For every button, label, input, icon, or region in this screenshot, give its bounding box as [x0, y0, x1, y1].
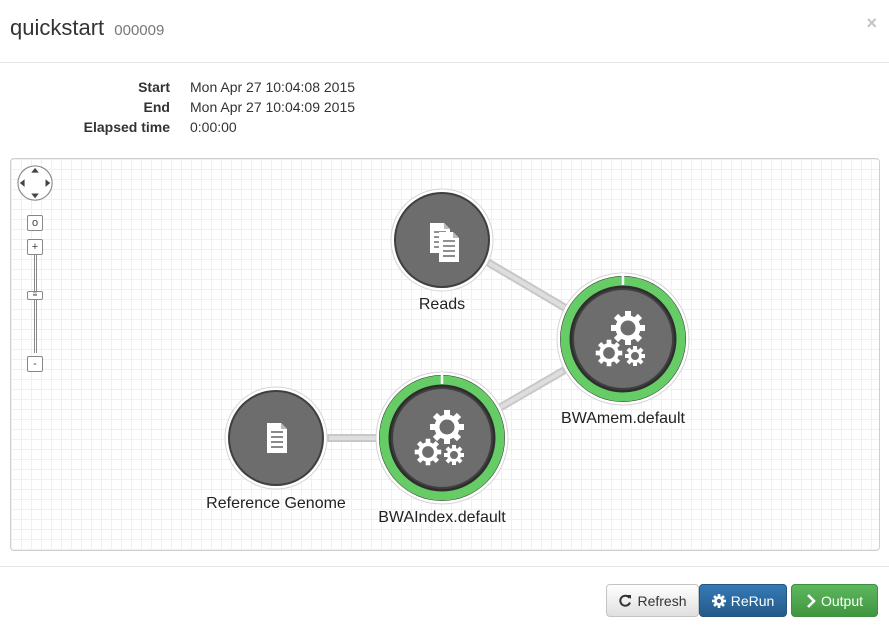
pan-control[interactable] — [17, 165, 55, 203]
zoom-in-button[interactable]: + — [27, 239, 43, 255]
edge-reads-bwamem — [485, 259, 571, 313]
node-reads-label: Reads — [418, 296, 466, 313]
modal-footer: Refresh ReRun Output — [0, 566, 889, 628]
zoom-reset-button[interactable]: o — [27, 215, 43, 231]
gear-icon — [711, 593, 726, 608]
end-value: Mon Apr 27 10:04:09 2015 — [190, 99, 356, 115]
start-row: Start Mon Apr 27 10:04:08 2015 — [0, 79, 500, 99]
workflow-graph-canvas[interactable]: Reads Reference Genome BWAmem.default BW… — [10, 158, 880, 551]
refresh-icon — [618, 594, 632, 608]
modal-header: quickstart 000009 × — [0, 0, 889, 63]
modal-title: quickstart 000009 — [10, 15, 164, 41]
refresh-label: Refresh — [637, 592, 687, 609]
node-reads[interactable] — [390, 188, 494, 292]
node-reference-genome[interactable] — [224, 386, 328, 490]
rerun-label: ReRun — [730, 592, 775, 609]
node-bwaindex-label: BWAIndex.default — [378, 509, 506, 526]
node-bwaindex[interactable] — [375, 371, 509, 505]
workflow-graph — [224, 188, 690, 505]
elapsed-value: 0:00:00 — [190, 119, 237, 135]
start-value: Mon Apr 27 10:04:08 2015 — [190, 79, 356, 95]
file-icon — [266, 422, 288, 454]
run-info: Start Mon Apr 27 10:04:08 2015 End Mon A… — [0, 79, 500, 139]
refresh-button[interactable]: Refresh — [606, 584, 699, 617]
run-id: 000009 — [114, 22, 165, 39]
output-label: Output — [820, 592, 864, 609]
end-row: End Mon Apr 27 10:04:09 2015 — [0, 99, 500, 119]
edge-bwaindex-bwamem — [497, 367, 567, 411]
rerun-button[interactable]: ReRun — [699, 584, 787, 617]
elapsed-label: Elapsed time — [83, 119, 170, 135]
node-bwamem[interactable] — [556, 272, 690, 406]
chevron-right-icon — [806, 593, 816, 608]
output-button[interactable]: Output — [791, 584, 878, 617]
zoom-slider-track[interactable] — [34, 255, 37, 353]
workflow-name: quickstart — [10, 15, 105, 40]
zoom-out-button[interactable]: - — [27, 356, 43, 372]
start-label: Start — [138, 79, 170, 95]
node-bwamem-label: BWAmem.default — [561, 410, 685, 427]
end-label: End — [143, 99, 170, 115]
elapsed-row: Elapsed time 0:00:00 — [0, 119, 500, 139]
zoom-slider-handle[interactable]: ≡ — [27, 291, 43, 300]
node-reference-genome-label: Reference Genome — [206, 495, 346, 512]
close-button[interactable]: × — [866, 14, 877, 32]
